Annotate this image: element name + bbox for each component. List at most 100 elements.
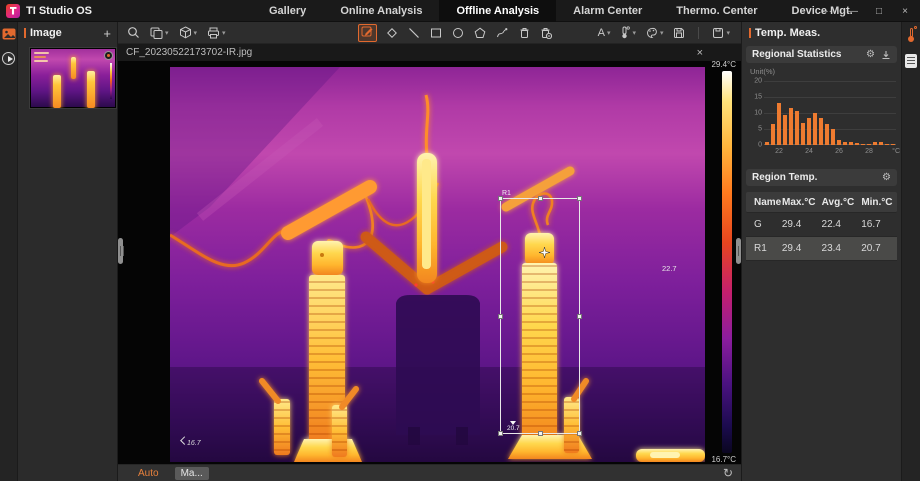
delete-all-tool[interactable] — [539, 24, 553, 42]
app-logo-icon — [6, 4, 20, 18]
title-bar: TI Studio OS GalleryOnline AnalysisOffli… — [0, 0, 920, 22]
chart-unit-label: Unit(%) — [750, 67, 775, 76]
histogram-bar — [783, 115, 788, 145]
regional-statistics-header[interactable]: Regional Statistics ⚙ — [746, 46, 897, 63]
save-button[interactable] — [672, 24, 686, 42]
image-gallery-icon[interactable] — [2, 28, 16, 40]
canvas-bottom-bar: Auto Ma... ↻ — [118, 464, 741, 481]
zoom-tool[interactable] — [126, 24, 141, 42]
histogram-bar — [771, 124, 776, 145]
histogram-bar — [837, 140, 842, 145]
bottom-tab-ma[interactable]: Ma... — [175, 467, 209, 480]
delete-tool[interactable] — [518, 24, 531, 42]
nav-tabs: GalleryOnline AnalysisOffline AnalysisAl… — [252, 0, 870, 22]
thermometer-icon[interactable] — [907, 28, 915, 42]
tab-gallery[interactable]: Gallery — [252, 0, 323, 22]
thumbnail-selected-badge[interactable] — [104, 51, 113, 60]
temp-meas-title: Temp. Meas. — [755, 27, 894, 39]
temp-unit-dropdown[interactable]: ▾ — [619, 24, 637, 42]
download-icon[interactable] — [881, 50, 891, 60]
measurement-region-r1[interactable]: R1 20.7 — [500, 198, 580, 434]
region-temp-table: NameMax.°CAvg.°CMin.°C G29.422.416.7R129… — [746, 192, 897, 261]
close-button[interactable]: × — [894, 2, 916, 20]
region-r1-label: R1 — [502, 190, 511, 197]
thermal-image[interactable] — [170, 67, 705, 462]
bottom-tab-auto[interactable]: Auto — [136, 467, 161, 480]
tab-alarm-center[interactable]: Alarm Center — [556, 0, 659, 22]
view-mode-dropdown[interactable]: ▾ — [178, 24, 199, 42]
maximize-button[interactable]: □ — [868, 2, 890, 20]
palette-cycle-icon[interactable]: ↻ — [723, 466, 733, 480]
global-min-marker: 16.7 — [180, 439, 201, 447]
tab-online-analysis[interactable]: Online Analysis — [323, 0, 439, 22]
toolbar-divider — [698, 27, 699, 39]
image-thumbnail[interactable] — [29, 47, 117, 109]
polyline-tool[interactable] — [495, 24, 510, 42]
ellipse-tool[interactable] — [451, 24, 465, 42]
export-dropdown[interactable]: ▾ — [711, 24, 731, 42]
histogram-bar — [819, 118, 824, 145]
histogram-bar — [885, 144, 890, 145]
histogram-bar — [831, 129, 836, 145]
table-row-r1[interactable]: R129.423.420.7 — [746, 237, 897, 261]
thumbnail-thermal-image — [31, 49, 115, 107]
select-tool[interactable] — [358, 24, 377, 42]
bottom-tabs: Auto Ma... — [118, 467, 209, 480]
more-menu-button[interactable]: ··· — [816, 2, 838, 20]
print-dropdown[interactable]: ▾ — [206, 24, 227, 42]
histogram-bar — [813, 113, 818, 145]
scale-min-temp: 16.7°C — [678, 455, 736, 464]
palette-dropdown[interactable]: ▾ — [645, 24, 665, 42]
table-row-g[interactable]: G29.422.416.7 — [746, 213, 897, 237]
histogram-bar — [795, 111, 800, 145]
histogram-bar — [789, 108, 794, 145]
color-scale-bar[interactable] — [722, 71, 732, 453]
expand-panel-button[interactable] — [2, 52, 15, 65]
histogram-bar — [861, 144, 866, 145]
histogram-bar — [867, 144, 872, 145]
region-min-marker: 20.7 — [507, 421, 520, 432]
rectangle-tool[interactable] — [429, 24, 443, 42]
line-tool[interactable] — [407, 24, 421, 42]
histogram-bar — [765, 142, 770, 145]
cursor-marker-icon — [539, 247, 550, 258]
histogram-bar — [891, 144, 896, 145]
filename-bar: CF_20230522173702-IR.jpg × — [118, 44, 741, 61]
image-panel-title: Image — [30, 27, 103, 39]
statistics-settings-icon[interactable]: ⚙ — [866, 49, 875, 60]
region-table-body: G29.422.416.7R129.423.420.7 — [746, 213, 897, 261]
analysis-toolbar: ▾ ▾ ▾ — [118, 22, 741, 44]
add-image-button[interactable]: + — [103, 26, 111, 41]
image-canvas[interactable]: CF_20230522173702-IR.jpg × — [118, 44, 741, 464]
font-dropdown[interactable]: A ▾ — [597, 24, 612, 42]
region-temp-header[interactable]: Region Temp. ⚙ — [746, 169, 897, 186]
histogram-bar — [801, 123, 806, 145]
histogram-bar — [873, 142, 878, 145]
histogram-bar — [855, 143, 860, 145]
layout-dropdown[interactable]: ▾ — [149, 24, 170, 42]
minimize-button[interactable]: — — [842, 2, 864, 20]
tab-offline-analysis[interactable]: Offline Analysis — [439, 0, 556, 22]
accent-bar — [24, 28, 26, 38]
histogram-bar — [879, 142, 884, 145]
histogram-plot: °C 0510152022242628 — [764, 81, 896, 145]
chart-x-unit: °C — [892, 148, 900, 155]
image-panel-header: Image + — [18, 22, 117, 44]
close-image-icon[interactable]: × — [697, 47, 703, 59]
tab-thermo-center[interactable]: Thermo. Center — [659, 0, 774, 22]
histogram-chart: Unit(%) °C 0510152022242628 — [750, 67, 893, 167]
window-controls: ··· — □ × — [816, 0, 916, 22]
left-rail — [0, 22, 18, 481]
temp-meas-header: Temp. Meas. — [742, 22, 901, 44]
left-collapse-handle[interactable] — [118, 238, 123, 264]
region-temp-settings-icon[interactable]: ⚙ — [882, 172, 891, 183]
accent-bar — [749, 28, 751, 38]
center-area: ▾ ▾ ▾ — [118, 22, 741, 481]
note-list-icon[interactable] — [905, 54, 917, 68]
histogram-bar — [849, 142, 854, 145]
polygon-tool[interactable] — [473, 24, 487, 42]
app-title: TI Studio OS — [26, 5, 92, 17]
scale-max-temp: 29.4°C — [678, 60, 736, 69]
spot-tool[interactable] — [385, 24, 399, 42]
histogram-bar — [825, 124, 830, 145]
